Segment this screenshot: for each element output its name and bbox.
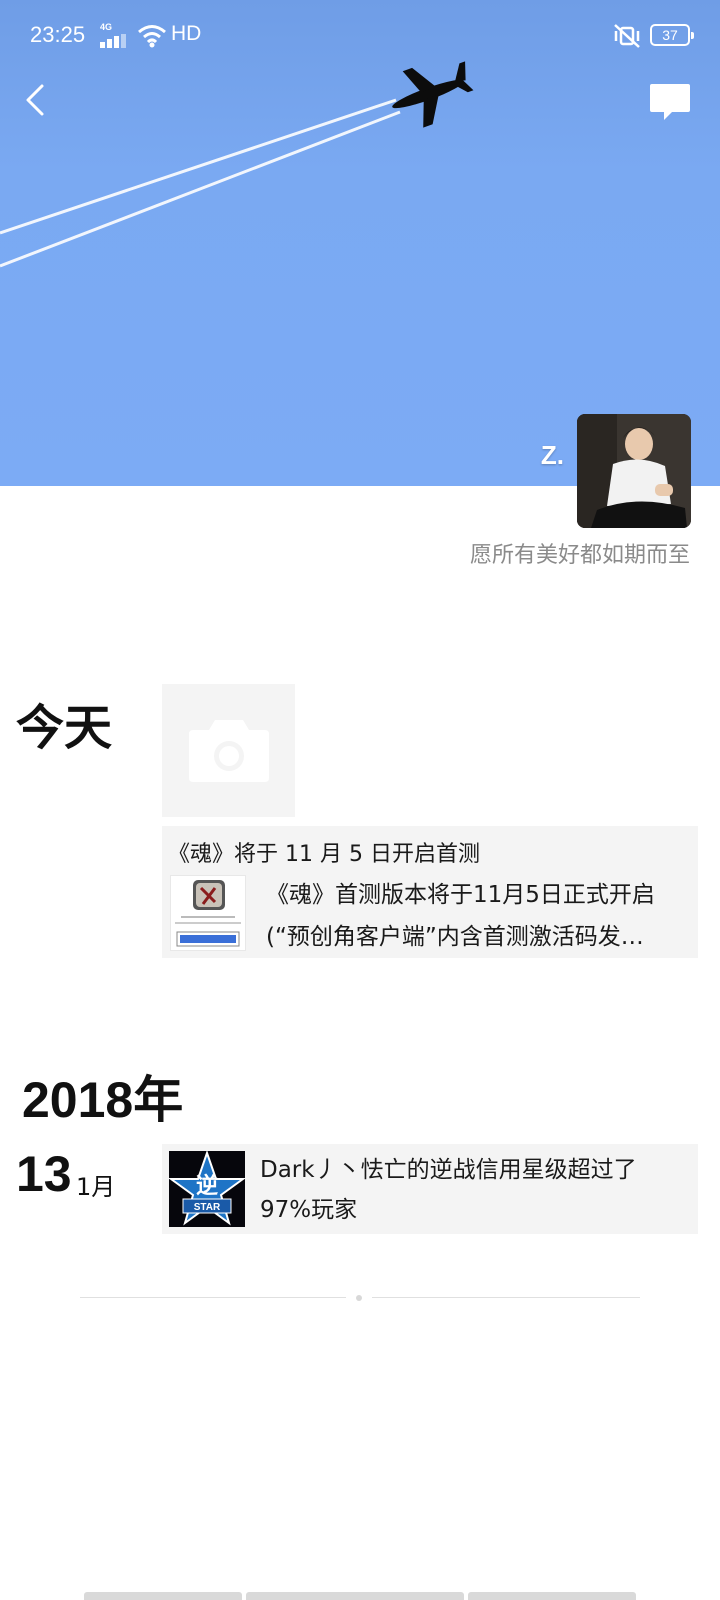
- hd-label: HD: [171, 22, 202, 45]
- shared-article-description-line2: (“预创角客户端”内含首测激活码发…: [266, 924, 644, 950]
- vibrate-mute-icon: [614, 24, 640, 48]
- shared-article-description: 《魂》首测版本将于11月5日正式开启 (“预创角客户端”内含首测激活码发…: [266, 874, 686, 958]
- battery-icon: 37: [650, 24, 694, 46]
- navigation-gesture-bar: [84, 1592, 636, 1600]
- shared-article-title: 《魂》将于 11 月 5 日开启首测: [168, 842, 480, 867]
- post-thumb-glyph: 逆: [196, 1173, 218, 1199]
- post-thumbnail: 逆 STAR: [167, 1149, 247, 1227]
- post-text: Dark丿丶怯亡的逆战信用星级超过了97%玩家: [260, 1157, 637, 1223]
- year-label: 2018年: [22, 1072, 184, 1128]
- network-type: 4G: [100, 22, 113, 32]
- back-button[interactable]: [20, 78, 60, 122]
- shared-article-thumbnail: [170, 875, 246, 951]
- camera-icon: [189, 720, 269, 782]
- battery-level: 37: [662, 27, 678, 43]
- post-thumb-badge: STAR: [194, 1202, 221, 1213]
- today-label: 今天: [16, 700, 113, 756]
- post-card[interactable]: 逆 STAR Dark丿丶怯亡的逆战信用星级超过了97%玩家: [162, 1144, 698, 1234]
- profile-signature: 愿所有美好都如期而至: [469, 543, 690, 568]
- signal-icon: 4G: [100, 22, 130, 48]
- back-icon: [26, 84, 44, 116]
- message-button[interactable]: [648, 82, 692, 122]
- status-bar: 23:25 4G HD 37: [0, 0, 720, 72]
- shared-article-card[interactable]: 《魂》将于 11 月 5 日开启首测 《魂》首测版本将于11月5日正式开启 (“…: [162, 826, 698, 958]
- end-of-feed-divider: [80, 1294, 640, 1302]
- shared-article-description-line1: 《魂》首测版本将于11月5日正式开启: [266, 882, 655, 908]
- wifi-icon: [138, 25, 166, 48]
- status-time: 23:25: [30, 22, 86, 47]
- profile-nickname[interactable]: Z.: [520, 440, 564, 471]
- post-date-month: 1月: [76, 1173, 116, 1201]
- post-date-day: 13: [16, 1146, 72, 1202]
- message-icon: [650, 84, 690, 120]
- avatar[interactable]: [577, 414, 691, 528]
- avatar-photo: [577, 414, 691, 528]
- add-photo-button[interactable]: [162, 684, 295, 817]
